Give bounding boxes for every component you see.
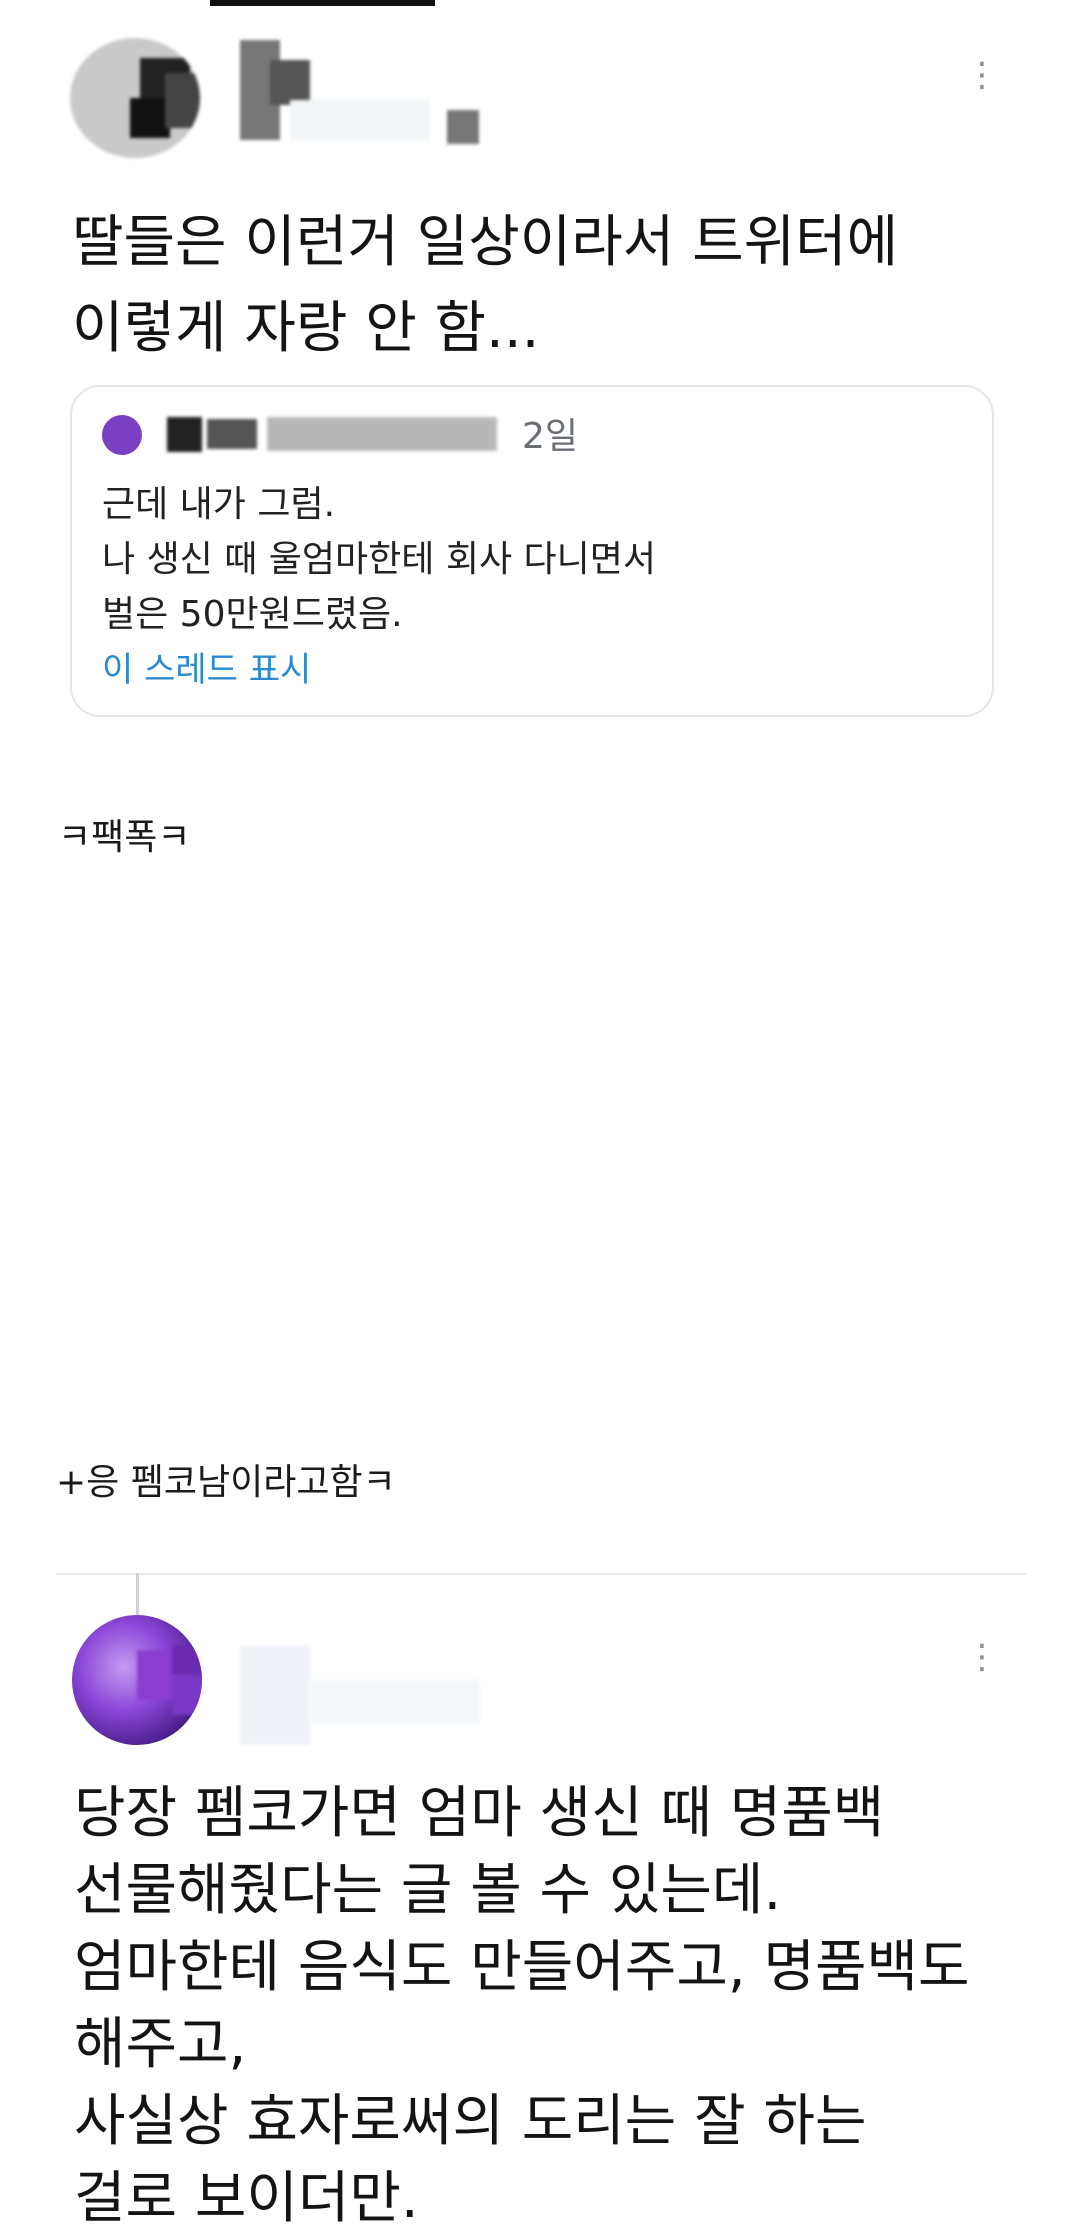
quoted-username-redacted [167,417,202,452]
tweet-text-line: 당장 펨코가면 엄마 생신 때 명품백 [74,1781,885,1846]
handle-redacted [447,110,479,144]
show-thread-link[interactable]: 이 스레드 표시 [102,642,311,691]
more-options-icon[interactable]: ⋮ [965,58,999,92]
handle-redacted [310,1680,480,1725]
more-options-icon[interactable]: ⋮ [965,1640,999,1674]
avatar[interactable] [72,1615,202,1745]
tweet-text: 당장 펨코가면 엄마 생신 때 명품백 선물해줬다는 글 볼 수 있는데. 엄마… [74,1775,1034,2237]
tweet-text-line: 엄마한테 음식도 만들어주고, 명품백도 [74,1935,970,2000]
quoted-username-redacted [207,419,257,449]
tweet-text-line: 해주고, [74,2012,247,2077]
quoted-timestamp: 2일 [522,416,579,457]
quoted-text-line: 벌은 50만원드렸음. [102,594,403,635]
caption: ㅋ팩폭ㅋ [58,817,191,858]
tweet-text: 딸들은 이런거 일상이라서 트위터에 이렇게 자랑 안 함... [72,200,1002,372]
quoted-avatar [102,415,142,455]
quoted-text-line: 나 생신 때 울엄마한테 회사 다니면서 [102,539,657,580]
tweet-text-line: 딸들은 이런거 일상이라서 트위터에 [72,210,899,275]
tweet-text-line: 선물해줬다는 글 볼 수 있는데. [74,1858,782,1923]
tweet-text-line: 이렇게 자랑 안 함... [72,296,540,361]
username-redacted[interactable] [240,1645,310,1745]
caption: +응 펨코남이라고함ㅋ [56,1462,396,1503]
tweet-text-line: 사실상 효자로써의 도리는 잘 하는 [74,2089,867,2154]
quoted-tweet-card[interactable]: 2일 근데 내가 그럼. 나 생신 때 울엄마한테 회사 다니면서 벌은 50만… [70,385,994,717]
quoted-text-line: 근데 내가 그럼. [102,484,336,525]
top-cropped-bar [210,0,435,6]
tweet-text-line: 걸로 보이더만. [74,2166,419,2231]
divider [56,1573,1026,1575]
handle-redacted [290,100,430,140]
thread-connector [136,1573,139,1618]
username-redacted[interactable] [270,60,310,105]
quoted-handle-redacted [267,417,497,451]
avatar[interactable] [70,38,200,158]
